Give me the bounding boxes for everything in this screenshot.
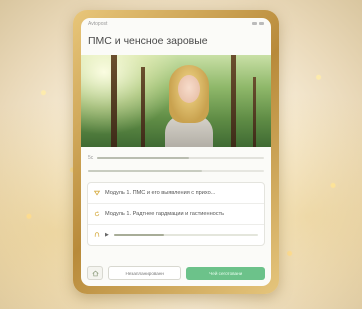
battery-icon bbox=[259, 22, 264, 25]
video-person bbox=[165, 65, 213, 147]
module-item[interactable]: Модуль 1. ПМС и его выявления с прихо... bbox=[88, 183, 264, 204]
status-bar: Avtopost bbox=[81, 18, 271, 29]
audio-icon bbox=[94, 232, 100, 238]
play-icon[interactable]: ▶ bbox=[105, 232, 109, 238]
buffer-fill bbox=[88, 170, 203, 172]
module-label: Модуль 1. ПМС и его выявления с прихо... bbox=[105, 190, 216, 196]
time-label: 5с bbox=[88, 155, 94, 161]
video-progress-fill bbox=[97, 157, 189, 159]
tablet-frame: Avtopost ПМС и ченсное заровые 5с Модуль… bbox=[73, 10, 279, 294]
video-tree bbox=[111, 55, 117, 147]
video-tree bbox=[231, 55, 236, 147]
video-progress-bar[interactable] bbox=[97, 157, 264, 159]
secondary-button[interactable]: Незапланированн bbox=[108, 266, 182, 280]
video-player[interactable] bbox=[81, 55, 271, 147]
audio-progress-fill bbox=[113, 234, 165, 236]
home-button[interactable] bbox=[87, 266, 103, 280]
audio-progress-bar[interactable] bbox=[113, 234, 258, 236]
status-app-name: Avtopost bbox=[88, 20, 108, 27]
signal-icon bbox=[252, 22, 257, 25]
primary-button[interactable]: Чей сеготовани bbox=[186, 266, 265, 280]
app-screen: Avtopost ПМС и ченсное заровые 5с Модуль… bbox=[81, 18, 271, 286]
module-list: Модуль 1. ПМС и его выявления с прихо...… bbox=[87, 182, 265, 246]
refresh-icon bbox=[94, 211, 100, 217]
video-tree bbox=[141, 67, 145, 147]
module-item[interactable]: Модуль 1. Радтнее гардмации и гастиеннос… bbox=[88, 204, 264, 225]
status-icons bbox=[252, 22, 264, 25]
video-tree bbox=[253, 77, 256, 147]
home-icon bbox=[91, 270, 99, 276]
footer-actions: Незапланированн Чей сеготовани bbox=[81, 266, 271, 280]
module-icon bbox=[94, 190, 100, 196]
page-title: ПМС и ченсное заровые bbox=[88, 35, 208, 47]
module-item[interactable]: ▶ bbox=[88, 225, 264, 245]
buffer-bar bbox=[88, 170, 264, 172]
module-label: Модуль 1. Радтнее гардмации и гастиеннос… bbox=[105, 211, 225, 217]
playback-controls: 5с bbox=[81, 147, 271, 172]
